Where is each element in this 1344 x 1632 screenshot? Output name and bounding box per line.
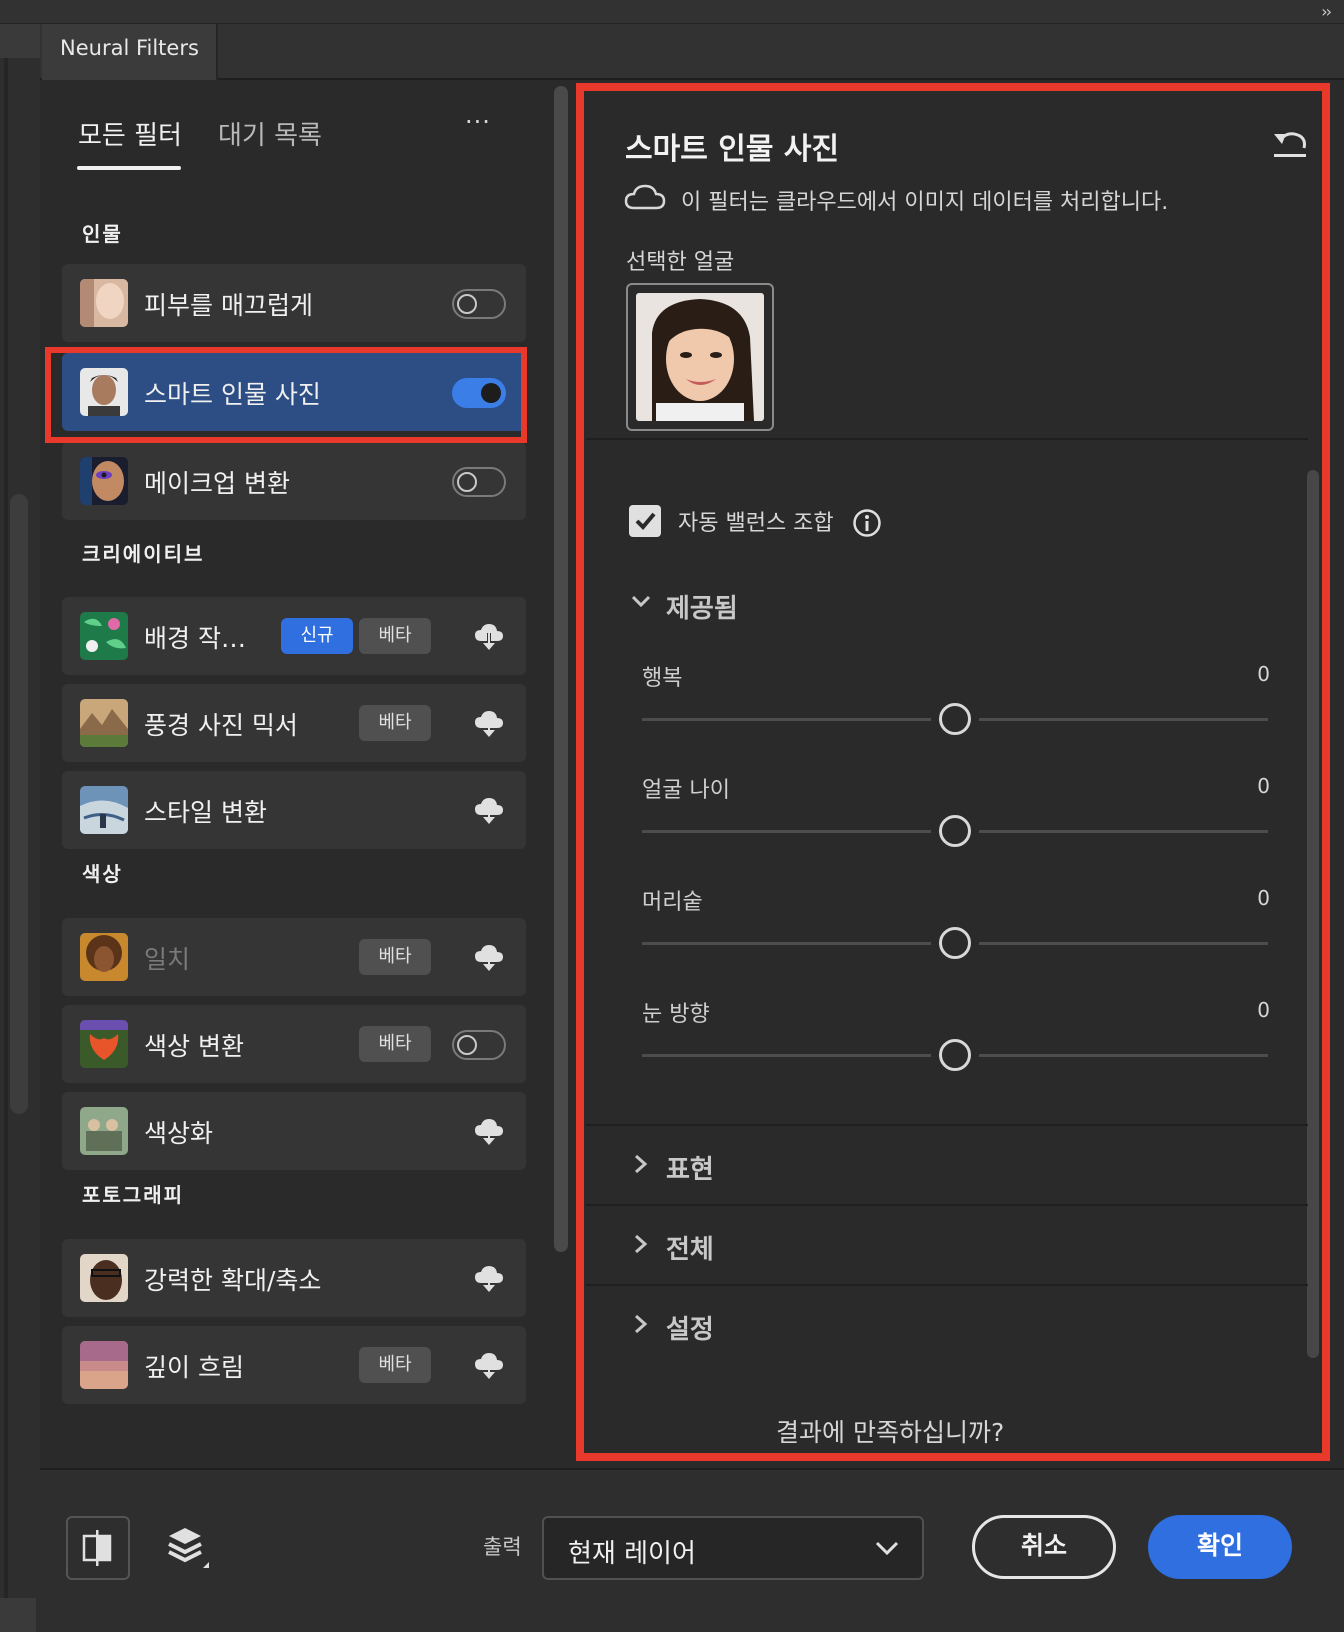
filter-toggle[interactable] bbox=[452, 289, 506, 319]
output-selected-value: 현재 레이어 bbox=[568, 1539, 696, 1569]
filter-landscape-mixer[interactable]: 풍경 사진 믹서 베타 bbox=[62, 684, 526, 762]
filter-style-transfer[interactable]: 스타일 변환 bbox=[62, 771, 526, 849]
filter-name: 강력한 확대/축소 bbox=[144, 1266, 322, 1295]
output-label: 출력 bbox=[483, 1535, 522, 1559]
filter-color-transfer[interactable]: 색상 변환 베타 bbox=[62, 1005, 526, 1083]
more-options-button[interactable]: ··· bbox=[465, 108, 491, 136]
tropical-thumb bbox=[80, 612, 128, 660]
dock-divider bbox=[4, 58, 8, 1628]
filter-depth-blur[interactable]: 깊이 흐림 베타 bbox=[62, 1326, 526, 1404]
category-color: 색상 bbox=[82, 862, 123, 886]
makeup-thumb bbox=[80, 457, 128, 505]
beta-badge: 베타 bbox=[359, 618, 431, 654]
filter-name: 피부를 매끄럽게 bbox=[144, 291, 313, 320]
portrait-thumb bbox=[80, 279, 128, 327]
filter-name: 배경 작… bbox=[144, 624, 246, 653]
portrait-thumb bbox=[80, 1254, 128, 1302]
filter-name: 깊이 흐림 bbox=[144, 1353, 244, 1382]
tab-wait-list[interactable]: 대기 목록 bbox=[218, 115, 322, 152]
filter-makeup-transfer[interactable]: 메이크업 변환 bbox=[62, 442, 526, 520]
filter-list-scrollbar[interactable] bbox=[554, 86, 568, 1252]
filter-name: 색상화 bbox=[144, 1119, 214, 1148]
filter-name: 스타일 변환 bbox=[144, 798, 267, 827]
collapse-panel-button[interactable]: ›› bbox=[1321, 2, 1332, 21]
cloud-download-icon[interactable] bbox=[472, 1348, 506, 1382]
filter-toggle[interactable] bbox=[452, 467, 506, 497]
selected-filter-highlight bbox=[45, 347, 527, 443]
painting-thumb bbox=[80, 786, 128, 834]
cloud-download-icon[interactable] bbox=[472, 940, 506, 974]
active-tab-underline bbox=[77, 166, 181, 170]
portrait-thumb bbox=[80, 933, 128, 981]
vintage-thumb bbox=[80, 1107, 128, 1155]
filter-background-creator[interactable]: 배경 작… 신규 베타 bbox=[62, 597, 526, 675]
split-view-icon bbox=[82, 1530, 112, 1566]
beta-badge: 베타 bbox=[359, 939, 431, 975]
new-badge: 신규 bbox=[281, 618, 353, 654]
dock-footer bbox=[0, 1598, 36, 1632]
left-dock-strip bbox=[0, 24, 40, 1632]
beta-badge: 베타 bbox=[359, 1026, 431, 1062]
category-photography: 포토그래피 bbox=[82, 1183, 184, 1207]
desert-thumb bbox=[80, 1341, 128, 1389]
cloud-download-icon[interactable] bbox=[472, 619, 506, 653]
flower-thumb bbox=[80, 1020, 128, 1068]
output-dropdown[interactable]: 현재 레이어 bbox=[542, 1516, 924, 1580]
tab-neural-filters[interactable]: Neural Filters bbox=[42, 24, 218, 80]
before-after-toggle-button[interactable] bbox=[66, 1516, 130, 1580]
top-bar: ›› bbox=[0, 0, 1344, 24]
cloud-download-icon[interactable] bbox=[472, 793, 506, 827]
ok-button[interactable]: 확인 bbox=[1148, 1515, 1292, 1579]
filter-super-zoom[interactable]: 강력한 확대/축소 bbox=[62, 1239, 526, 1317]
landscape-thumb bbox=[80, 699, 128, 747]
filter-skin-smoothing[interactable]: 피부를 매끄럽게 bbox=[62, 264, 526, 342]
beta-badge: 베타 bbox=[359, 705, 431, 741]
cancel-button[interactable]: 취소 bbox=[972, 1515, 1116, 1579]
category-portrait: 인물 bbox=[82, 222, 123, 246]
panel-tab-bar: Neural Filters bbox=[40, 24, 1344, 80]
tab-neural-filters-label: Neural Filters bbox=[60, 36, 199, 60]
tab-all-filters[interactable]: 모든 필터 bbox=[78, 115, 182, 152]
cloud-download-icon[interactable] bbox=[472, 706, 506, 740]
cloud-download-icon[interactable] bbox=[472, 1114, 506, 1148]
filter-name: 일치 bbox=[144, 945, 191, 974]
filter-harmonize[interactable]: 일치 베타 bbox=[62, 918, 526, 996]
filter-name: 메이크업 변환 bbox=[144, 469, 290, 498]
dock-scrollbar[interactable] bbox=[10, 494, 28, 1114]
filter-name: 색상 변환 bbox=[144, 1032, 244, 1061]
filter-name: 풍경 사진 믹서 bbox=[144, 711, 298, 740]
category-creative: 크리에이티브 bbox=[82, 542, 205, 566]
dock-header bbox=[0, 24, 40, 58]
filter-toggle[interactable] bbox=[452, 1030, 506, 1060]
layers-icon[interactable] bbox=[163, 1522, 213, 1574]
filter-colorize[interactable]: 색상화 bbox=[62, 1092, 526, 1170]
beta-badge: 베타 bbox=[359, 1347, 431, 1383]
cloud-download-icon[interactable] bbox=[472, 1261, 506, 1295]
chevron-down-icon bbox=[875, 1541, 899, 1556]
detail-panel-highlight bbox=[576, 83, 1330, 1461]
